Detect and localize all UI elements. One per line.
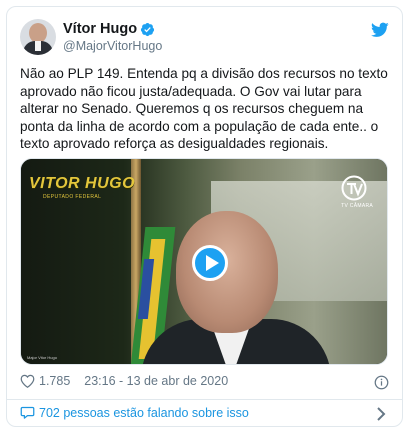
tweet-meta-row: 1.785 23:16 - 13 de abr de 2020 (20, 374, 228, 388)
tv-camara-logo-icon (341, 175, 367, 201)
display-name[interactable]: Vítor Hugo (63, 21, 137, 37)
video-caption: Major Vitor Hugo (27, 355, 57, 360)
info-icon[interactable] (374, 375, 389, 390)
play-button[interactable] (192, 245, 228, 281)
tweet-text: Não ao PLP 149. Entenda pq a divisão dos… (20, 66, 388, 152)
tweet-card[interactable]: Vítor Hugo @MajorVitorHugo Não ao PLP 14… (6, 6, 403, 427)
twitter-bird-icon[interactable] (371, 22, 389, 38)
avatar-shirt (35, 41, 41, 51)
play-icon (206, 255, 219, 271)
avatar-face (29, 23, 47, 43)
avatar[interactable] (20, 19, 56, 55)
divider (7, 399, 402, 400)
chevron-right-icon[interactable] (376, 407, 386, 421)
author-name-row[interactable]: Vítor Hugo (63, 21, 155, 37)
tv-camara-label: TV CÂMARA (341, 203, 373, 209)
video-player[interactable]: VITOR HUGO DEPUTADO FEDERAL TV CÂMARA Ma… (20, 158, 388, 365)
video-person-head (176, 211, 278, 333)
verified-badge-icon (141, 22, 155, 36)
like-count[interactable]: 1.785 (39, 374, 70, 388)
tweet-timestamp[interactable]: 23:16 - 13 de abr de 2020 (84, 374, 228, 388)
speech-bubble-icon (20, 406, 35, 419)
video-brand-logo: VITOR HUGO (29, 175, 136, 192)
video-brand-subtitle: DEPUTADO FEDERAL (43, 194, 102, 200)
conversation-link[interactable]: 702 pessoas estão falando sobre isso (20, 405, 249, 420)
heart-icon[interactable] (20, 374, 35, 388)
author-handle[interactable]: @MajorVitorHugo (63, 39, 162, 53)
conversation-text[interactable]: 702 pessoas estão falando sobre isso (39, 406, 249, 420)
